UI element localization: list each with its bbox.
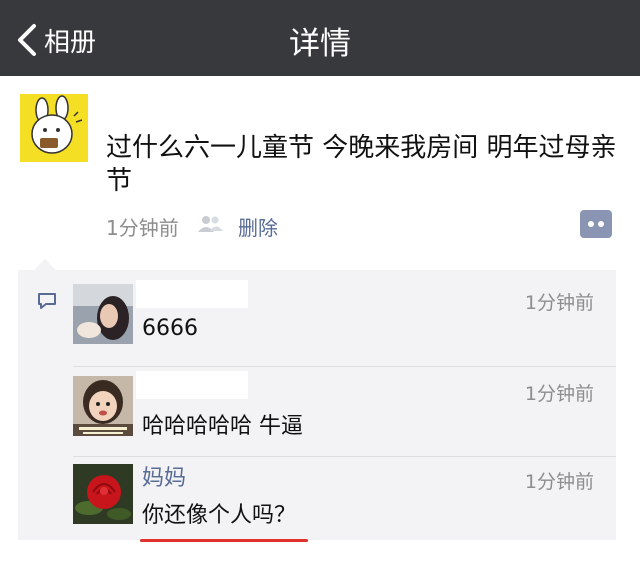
page-title: 详情 (289, 26, 351, 62)
redacted-name (136, 280, 248, 308)
comment-panel-pointer (34, 259, 56, 270)
comment-row[interactable]: 妈妈 你还像个人吗？ 1分钟前 (18, 457, 616, 540)
commenter-avatar[interactable] (73, 376, 133, 436)
poster-avatar[interactable] (20, 94, 88, 162)
comment-text: 你还像个人吗？ (142, 503, 297, 528)
comment-row[interactable]: 6666 1分钟前 (18, 270, 616, 366)
comment-text: 哈哈哈哈哈 牛逼 (142, 414, 303, 439)
delete-button[interactable]: 删除 (238, 212, 278, 241)
cartoon-bunny-icon (20, 94, 88, 162)
comment-time: 1分钟前 (524, 383, 594, 405)
comment-time: 1分钟前 (524, 471, 594, 493)
visibility-people-icon[interactable] (196, 214, 224, 234)
rose-flower-icon (73, 464, 133, 524)
comment-text: 6666 (142, 316, 198, 341)
child-meme-icon (73, 376, 133, 436)
commenter-avatar[interactable] (73, 284, 133, 344)
woman-photo-icon (73, 284, 133, 344)
comment-panel: 6666 1分钟前 哈哈哈哈哈 牛逼 1分钟前 妈妈 你还像个人吗？ 1分钟前 (18, 270, 616, 540)
post-time: 1分钟前 (106, 216, 179, 240)
comment-time: 1分钟前 (524, 292, 594, 314)
more-options-icon[interactable] (580, 210, 612, 238)
navigation-bar: 相册 详情 (0, 0, 640, 76)
commenter-avatar[interactable] (73, 464, 133, 524)
post-text: 过什么六一儿童节 今晚来我房间 明年过母亲节 (106, 133, 617, 196)
red-underline-mark (140, 539, 308, 542)
comment-row[interactable]: 哈哈哈哈哈 牛逼 1分钟前 (18, 367, 616, 455)
redacted-name (136, 371, 248, 399)
commenter-name[interactable]: 妈妈 (142, 460, 186, 492)
